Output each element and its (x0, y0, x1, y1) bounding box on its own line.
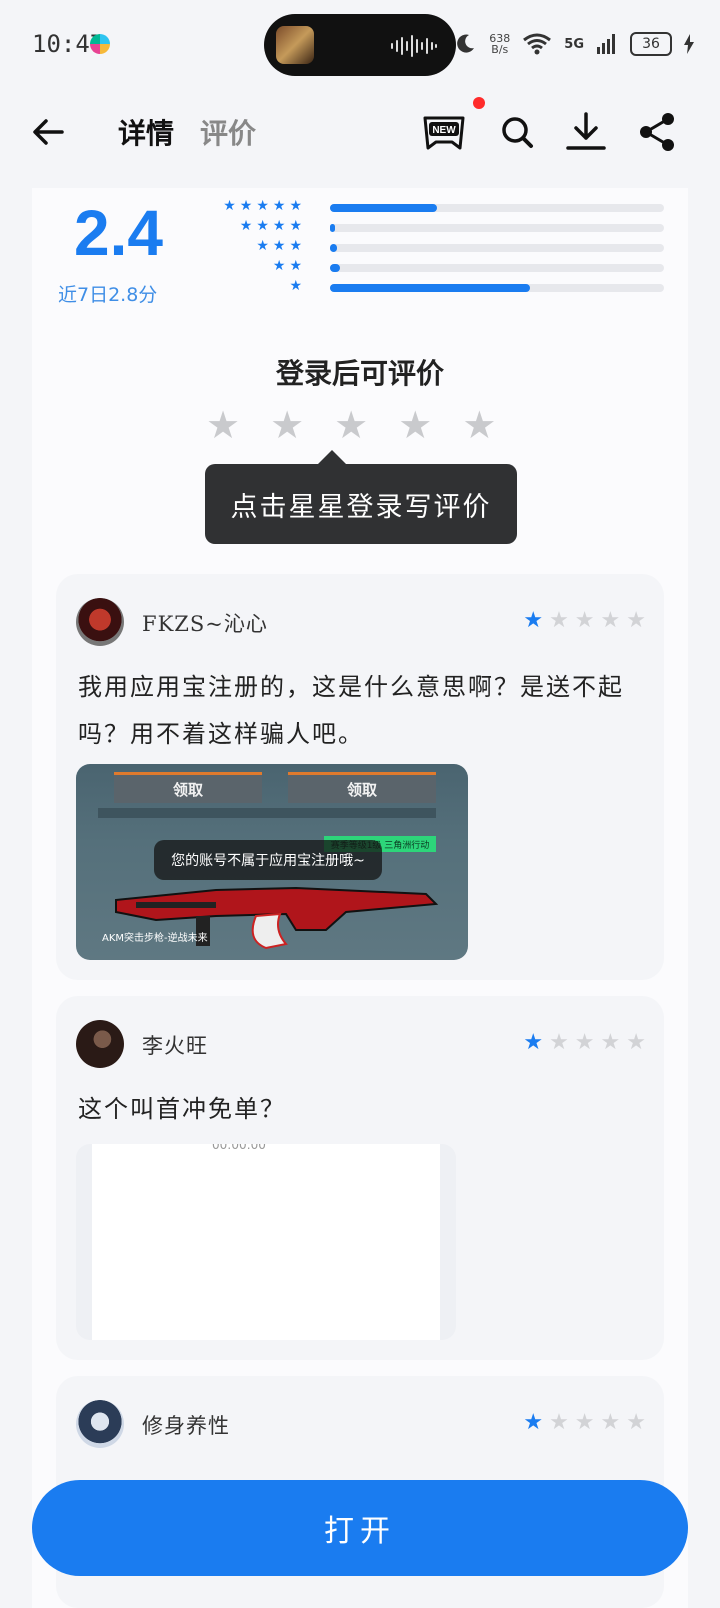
audio-wave-icon (391, 35, 437, 57)
star-empty-icon: ★ (626, 1410, 646, 1435)
wifi-icon (523, 33, 552, 55)
tab-detail[interactable]: 详情 (118, 112, 174, 152)
review-screenshot[interactable]: 领取 领取 赛季等级1级 三角洲行动 您的账号不属于应用宝注册哦~ AKM突击步… (76, 764, 468, 960)
star-empty-icon: ★ (574, 1030, 595, 1055)
star-empty-icon: ★ (626, 1030, 646, 1055)
tab-reviews[interactable]: 评价 (200, 112, 256, 152)
dist-bar-2 (330, 264, 341, 272)
account-toast: 您的账号不属于应用宝注册哦~ (154, 840, 382, 880)
download-icon[interactable] (562, 110, 610, 154)
moon-icon (457, 34, 475, 53)
review-username[interactable]: FKZS~沁心 (142, 608, 268, 638)
dist-bar-5 (330, 204, 437, 212)
app-notification-icon (90, 34, 110, 54)
screenshot-time: 00:00:00 (212, 1144, 266, 1152)
signal-icon (597, 34, 615, 54)
dist-row-2: ★★ (222, 258, 668, 278)
login-to-rate-title: 登录后可评价 (275, 357, 444, 390)
status-bar: 10:47 638 B/s 5G 36 (0, 0, 720, 90)
battery-indicator: 36 (630, 32, 672, 56)
network-type: 5G (564, 36, 584, 52)
star-empty-icon: ★ (600, 1410, 621, 1435)
dist-row-4: ★★★★ (222, 218, 668, 238)
rate-star-2[interactable]: ★ (270, 406, 304, 444)
top-toolbar: 详情 评价 NEW (0, 90, 720, 170)
dist-row-1: ★ (222, 278, 668, 298)
net-speed-unit: B/s (491, 43, 509, 56)
review-username[interactable]: 修身养性 (142, 1410, 230, 1440)
review-text: 这个叫首冲免单？ (78, 1095, 286, 1123)
dist-stars-4: ★★★★ (239, 218, 306, 234)
star-empty-icon: ★ (549, 1030, 569, 1055)
dist-bar-1 (330, 284, 531, 292)
star-empty-icon: ★ (549, 608, 569, 633)
game-thumbnail-icon (276, 26, 314, 64)
rating-score: 2.4 (74, 197, 163, 269)
status-indicators: 638 B/s 5G 36 (453, 30, 694, 58)
review-screenshot[interactable]: 00:00:00 (76, 1144, 456, 1340)
dist-stars-1: ★ (289, 278, 306, 294)
star-empty-icon: ★ (626, 608, 646, 633)
star-filled-icon: ★ (523, 1410, 544, 1435)
rate-star-4[interactable]: ★ (398, 406, 432, 444)
rate-star-1[interactable]: ★ (206, 406, 240, 444)
search-icon[interactable] (494, 110, 542, 154)
dist-row-5: ★★★★★ (222, 198, 668, 218)
avatar[interactable] (76, 598, 124, 646)
star-empty-icon: ★ (600, 1030, 621, 1055)
review-stars: ★ ★ ★ ★ ★ (523, 1412, 646, 1434)
review-stars: ★ ★ ★ ★ ★ (523, 1032, 646, 1054)
dist-row-3: ★★★ (222, 238, 668, 258)
review-username[interactable]: 李火旺 (142, 1030, 208, 1060)
dynamic-island[interactable] (264, 14, 456, 76)
review-text: 我用应用宝注册的，这是什么意思啊？是送不起吗？用不着这样骗人吧。 (78, 673, 624, 748)
claim-label: 领取 (288, 772, 436, 803)
star-filled-icon: ★ (523, 608, 544, 633)
game-controller-new-icon[interactable]: NEW (420, 110, 468, 154)
review-card: FKZS~沁心 ★ ★ ★ ★ ★ 我用应用宝注册的，这是什么意思啊？是送不起吗… (56, 574, 664, 980)
rate-star-5[interactable]: ★ (462, 406, 496, 444)
claim-label: 领取 (114, 772, 262, 803)
avatar[interactable] (76, 1400, 124, 1448)
star-empty-icon: ★ (574, 1410, 595, 1435)
dist-stars-3: ★★★ (256, 238, 306, 254)
open-app-button[interactable]: 打开 (32, 1480, 688, 1576)
back-arrow-icon[interactable] (28, 112, 68, 152)
review-card: 李火旺 ★ ★ ★ ★ ★ 这个叫首冲免单？ 00:00:00 (56, 996, 664, 1360)
dist-stars-2: ★★ (272, 258, 306, 274)
tooltip-arrow (318, 450, 346, 464)
rate-star-picker[interactable]: ★ ★ ★ ★ ★ (206, 406, 496, 444)
notification-dot (473, 97, 485, 109)
rate-star-3[interactable]: ★ (334, 406, 368, 444)
avatar[interactable] (76, 1020, 124, 1068)
share-icon[interactable] (634, 110, 682, 154)
star-empty-icon: ★ (574, 608, 595, 633)
review-stars: ★ ★ ★ ★ ★ (523, 610, 646, 632)
dist-bar-4 (330, 224, 335, 232)
login-tooltip: 点击星星登录写评价 (205, 464, 517, 544)
net-speed: 638 B/s (489, 33, 510, 55)
dist-bar-3 (330, 244, 337, 252)
new-badge-text: NEW (432, 125, 456, 136)
star-empty-icon: ★ (549, 1410, 569, 1435)
star-empty-icon: ★ (600, 608, 621, 633)
star-filled-icon: ★ (523, 1030, 544, 1055)
charging-icon (684, 34, 694, 54)
dist-stars-5: ★★★★★ (223, 198, 306, 214)
weapon-caption: AKM突击步枪-逆战未来 (102, 933, 208, 944)
rating-recent: 近7日2.8分 (58, 284, 158, 306)
